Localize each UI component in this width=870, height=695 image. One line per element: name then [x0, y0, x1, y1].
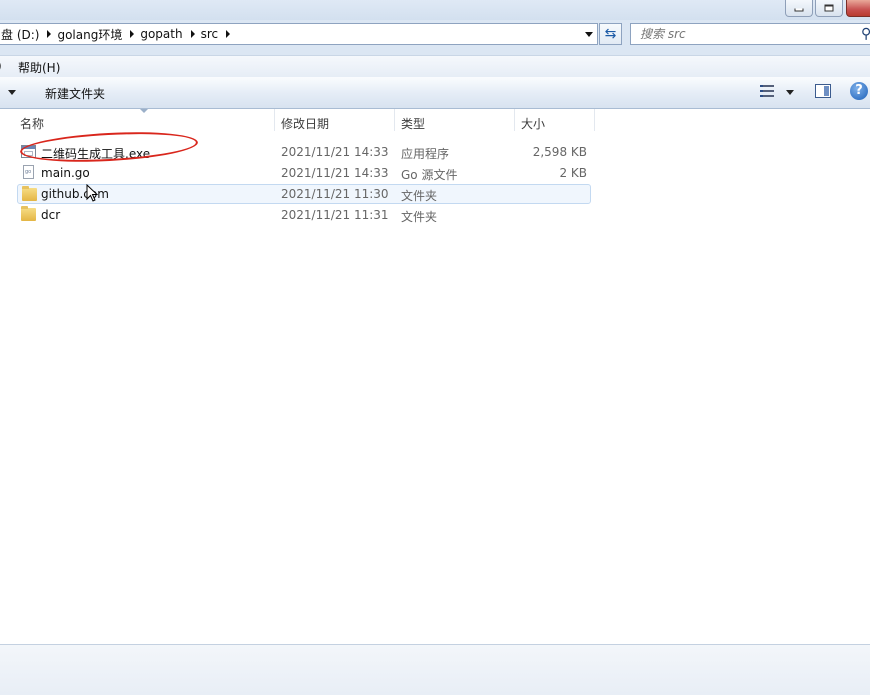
column-date[interactable]: 修改日期 — [281, 115, 329, 132]
refresh-button[interactable]: ⇆ — [599, 23, 622, 45]
column-name[interactable]: 名称 — [20, 115, 44, 132]
chevron-right-icon[interactable] — [190, 30, 195, 38]
menu-item-help[interactable]: 帮助(H) — [18, 59, 60, 76]
breadcrumb-label: gopath — [140, 27, 183, 41]
column-divider[interactable] — [274, 109, 275, 131]
search-input[interactable] — [640, 27, 840, 41]
file-name: main.go — [41, 166, 90, 180]
column-divider[interactable] — [394, 109, 395, 131]
breadcrumb-drive[interactable]: 盘 (D:) — [1, 26, 52, 43]
menu-item-partial[interactable]: ) — [0, 59, 2, 73]
file-type: 文件夹 — [401, 210, 438, 224]
go-file-icon — [23, 165, 34, 179]
address-history-dropdown-icon[interactable] — [585, 32, 593, 37]
file-type: 文件夹 — [401, 189, 438, 203]
breadcrumb-label: golang环境 — [57, 27, 123, 42]
title-bar — [0, 0, 870, 20]
refresh-icon: ⇆ — [604, 26, 617, 42]
help-icon[interactable]: ? — [850, 82, 868, 100]
chevron-right-icon[interactable] — [130, 30, 135, 38]
file-row-hovered[interactable]: github.com 2021/11/21 11:30 文件夹 — [17, 184, 591, 204]
breadcrumb-golang[interactable]: golang环境 — [57, 26, 135, 43]
menu-bar: ) 帮助(H) — [0, 55, 870, 78]
change-view-icon[interactable] — [760, 85, 774, 97]
file-list-pane[interactable]: 名称 修改日期 类型 大小 二维码生成工具.exe 2021/11/21 14:… — [0, 109, 870, 644]
view-options-chevron-icon[interactable] — [786, 90, 794, 95]
file-date: 2021/11/21 14:33 — [281, 145, 389, 159]
close-button[interactable] — [846, 0, 870, 17]
file-row[interactable]: main.go 2021/11/21 14:33 Go 源文件 2 KB — [17, 163, 591, 183]
chevron-right-icon[interactable] — [47, 30, 52, 38]
sort-indicator-icon — [140, 109, 148, 113]
breadcrumb-label: 盘 (D:) — [1, 27, 40, 42]
column-size[interactable]: 大小 — [521, 115, 545, 132]
address-bar[interactable]: 盘 (D:) golang环境 gopath src — [0, 23, 598, 45]
file-date: 2021/11/21 11:31 — [281, 208, 389, 222]
file-date: 2021/11/21 11:30 — [281, 187, 389, 201]
column-header: 名称 修改日期 类型 大小 — [0, 109, 870, 134]
breadcrumb-gopath[interactable]: gopath — [140, 27, 195, 41]
breadcrumb-src[interactable]: src — [201, 27, 231, 41]
folder-icon — [22, 186, 37, 201]
column-type[interactable]: 类型 — [401, 115, 425, 132]
maximize-button[interactable] — [815, 0, 843, 17]
command-toolbar: ⁝ 新建文件夹 ? — [0, 77, 870, 109]
file-type: Go 源文件 — [401, 168, 458, 182]
file-size: 2,598 KB — [532, 145, 587, 159]
maximize-icon — [824, 4, 834, 12]
folder-icon — [21, 206, 36, 221]
file-name: dcr — [41, 208, 61, 222]
chevron-right-icon[interactable] — [226, 30, 231, 38]
column-divider[interactable] — [514, 109, 515, 131]
file-type: 应用程序 — [401, 147, 450, 161]
chevron-down-icon[interactable] — [8, 90, 16, 95]
address-row: 盘 (D:) golang环境 gopath src ⇆ ⚲ — [0, 20, 870, 50]
breadcrumb-label: src — [200, 27, 219, 41]
file-size: 2 KB — [559, 166, 587, 180]
mouse-cursor-icon — [86, 184, 99, 202]
search-icon[interactable]: ⚲ — [861, 26, 870, 42]
search-box[interactable]: ⚲ — [630, 23, 870, 45]
file-date: 2021/11/21 14:33 — [281, 166, 389, 180]
new-folder-button[interactable]: 新建文件夹 — [45, 85, 105, 102]
column-divider[interactable] — [594, 109, 595, 131]
details-pane — [0, 644, 870, 695]
minimize-button[interactable] — [785, 0, 813, 17]
preview-pane-icon[interactable] — [815, 84, 831, 98]
minimize-icon — [794, 8, 804, 12]
file-row[interactable]: dcr 2021/11/21 11:31 文件夹 — [17, 205, 591, 225]
